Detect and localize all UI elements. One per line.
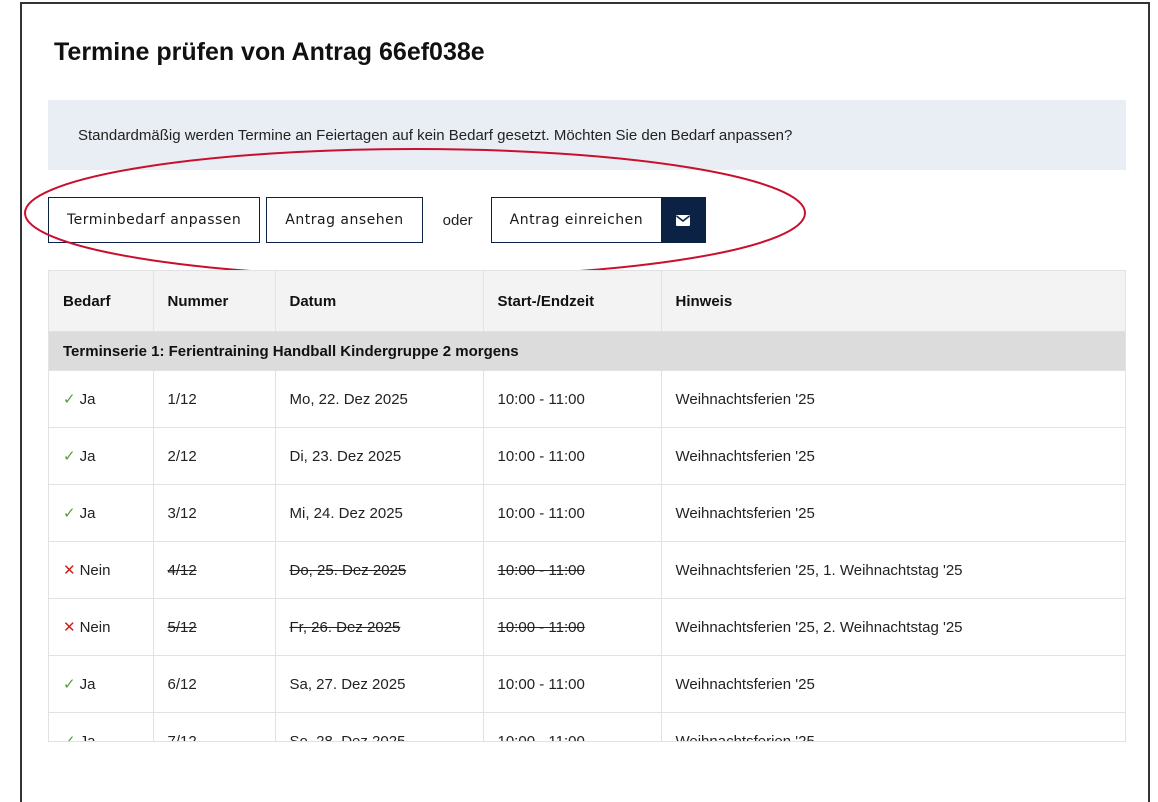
view-application-button[interactable]: Antrag ansehen xyxy=(266,197,423,243)
bedarf-cell: ✕ Nein xyxy=(49,541,154,599)
datum-cell: Sa, 27. Dez 2025 xyxy=(275,655,484,713)
hinweis-cell: Weihnachtsferien '25, 2. Weihnachtstag '… xyxy=(661,598,1125,656)
zeit-cell: 10:00 - 11:00 xyxy=(483,598,662,656)
cross-icon: ✕ xyxy=(63,619,76,636)
table-row: ✓ Ja 1/12 Mo, 22. Dez 2025 10:00 - 11:00 … xyxy=(49,370,1125,428)
zeit-cell: 10:00 - 11:00 xyxy=(483,541,662,599)
datum-cell: Mi, 24. Dez 2025 xyxy=(275,484,484,542)
bedarf-cell: ✓ Ja xyxy=(49,655,154,713)
cross-icon: ✕ xyxy=(63,562,76,579)
nummer-cell: 2/12 xyxy=(153,427,276,485)
datum-cell: Fr, 26. Dez 2025 xyxy=(275,598,484,656)
hinweis-cell: Weihnachtsferien '25 xyxy=(661,370,1125,428)
hinweis-cell: Weihnachtsferien '25 xyxy=(661,427,1125,485)
zeit-cell: 10:00 - 11:00 xyxy=(483,427,662,485)
datum-cell: So, 28. Dez 2025 xyxy=(275,712,484,741)
column-header-zeit: Start-/Endzeit xyxy=(483,271,662,332)
zeit-cell: 10:00 - 11:00 xyxy=(483,484,662,542)
nummer-cell: 7/12 xyxy=(153,712,276,741)
bedarf-cell: ✓ Ja xyxy=(49,712,154,742)
hinweis-cell: Weihnachtsferien '25 xyxy=(661,484,1125,542)
adjust-demand-label: Terminbedarf anpassen xyxy=(67,212,242,228)
datum-cell: Do, 25. Dez 2025 xyxy=(275,541,484,599)
table-row: ✓ Ja 3/12 Mi, 24. Dez 2025 10:00 - 11:00 … xyxy=(49,484,1125,542)
table-row: ✓ Ja 2/12 Di, 23. Dez 2025 10:00 - 11:00 … xyxy=(49,427,1125,485)
bedarf-value: Ja xyxy=(79,676,96,693)
check-icon: ✓ xyxy=(63,391,76,408)
bedarf-value: Nein xyxy=(79,562,111,579)
or-separator: oder xyxy=(442,211,473,229)
bedarf-value: Ja xyxy=(79,448,96,465)
table-row: ✓ Ja 6/12 Sa, 27. Dez 2025 10:00 - 11:00 … xyxy=(49,655,1125,713)
adjust-demand-button[interactable]: Terminbedarf anpassen xyxy=(48,197,261,243)
datum-cell: Di, 23. Dez 2025 xyxy=(275,427,484,485)
view-application-label: Antrag ansehen xyxy=(285,212,404,228)
nummer-cell: 5/12 xyxy=(153,598,276,656)
bedarf-value: Ja xyxy=(79,505,96,522)
series-group-row: Terminserie 1: Ferientraining Handball K… xyxy=(49,331,1125,371)
action-bar: Terminbedarf anpassen Antrag ansehen ode… xyxy=(48,196,707,244)
hinweis-cell: Weihnachtsferien '25, 1. Weihnachtstag '… xyxy=(661,541,1125,599)
nummer-cell: 4/12 xyxy=(153,541,276,599)
nummer-cell: 3/12 xyxy=(153,484,276,542)
bedarf-value: Ja xyxy=(79,391,96,408)
column-header-hinweis: Hinweis xyxy=(661,271,1125,332)
bedarf-cell: ✓ Ja xyxy=(49,370,154,428)
check-icon: ✓ xyxy=(63,676,76,693)
table-row: ✕ Nein 4/12 Do, 25. Dez 2025 10:00 - 11:0… xyxy=(49,541,1125,599)
submit-application-button[interactable]: Antrag einreichen xyxy=(490,197,707,243)
datum-cell: Mo, 22. Dez 2025 xyxy=(275,370,484,428)
check-icon: ✓ xyxy=(63,448,76,465)
hinweis-cell: Weihnachtsferien '25 xyxy=(661,655,1125,713)
zeit-cell: 10:00 - 11:00 xyxy=(483,712,662,741)
check-icon: ✓ xyxy=(63,505,76,522)
nummer-cell: 1/12 xyxy=(153,370,276,428)
envelope-icon xyxy=(661,198,706,242)
bedarf-value: Nein xyxy=(79,619,111,636)
bedarf-cell: ✕ Nein xyxy=(49,598,154,656)
appointments-table: Bedarf Nummer Datum Start-/Endzeit Hinwe… xyxy=(48,270,1126,742)
zeit-cell: 10:00 - 11:00 xyxy=(483,655,662,713)
column-header-nummer: Nummer xyxy=(153,271,276,332)
series-group-label: Terminserie 1: Ferientraining Handball K… xyxy=(49,331,1125,371)
bedarf-cell: ✓ Ja xyxy=(49,427,154,485)
column-header-bedarf: Bedarf xyxy=(49,271,154,332)
bedarf-value: Ja xyxy=(79,733,96,742)
bedarf-cell: ✓ Ja xyxy=(49,484,154,542)
submit-application-label: Antrag einreichen xyxy=(509,212,644,228)
info-banner: Standardmäßig werden Termine an Feiertag… xyxy=(48,100,1126,170)
column-header-datum: Datum xyxy=(275,271,484,332)
info-text: Standardmäßig werden Termine an Feiertag… xyxy=(78,126,793,144)
check-icon: ✓ xyxy=(63,733,76,742)
table-header-row: Bedarf Nummer Datum Start-/Endzeit Hinwe… xyxy=(49,271,1125,332)
nummer-cell: 6/12 xyxy=(153,655,276,713)
table-row: ✓ Ja 7/12 So, 28. Dez 2025 10:00 - 11:00 … xyxy=(49,712,1125,742)
zeit-cell: 10:00 - 11:00 xyxy=(483,370,662,428)
table-row: ✕ Nein 5/12 Fr, 26. Dez 2025 10:00 - 11:0… xyxy=(49,598,1125,656)
hinweis-cell: Weihnachtsferien '25 xyxy=(661,712,1125,741)
page-title: Termine prüfen von Antrag 66ef038e xyxy=(54,38,485,66)
